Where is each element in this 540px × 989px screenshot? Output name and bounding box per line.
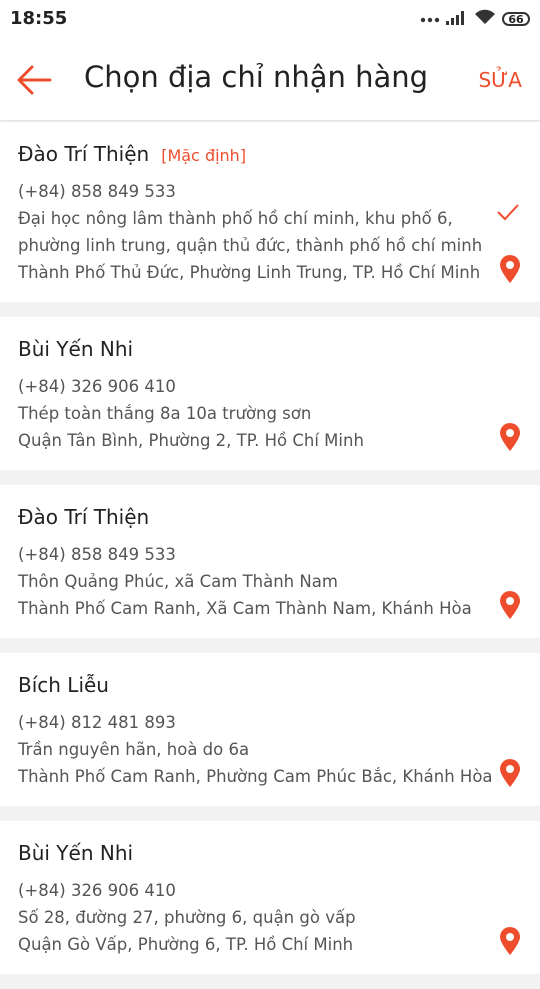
recipient-name: Đào Trí Thiện: [18, 142, 150, 166]
phone-number: (+84) 812 481 893: [18, 713, 176, 732]
address-line: phường linh trung, quận thủ đức, thành p…: [18, 236, 483, 255]
address-card[interactable]: Bích Liễu (+84) 812 481 893 Trần nguyên …: [0, 653, 540, 806]
address-line: Đại học nông lâm thành phố hồ chí minh, …: [18, 209, 453, 228]
wifi-icon: [474, 9, 496, 30]
default-badge: [Mặc định]: [161, 146, 247, 165]
phone-number: (+84) 326 906 410: [18, 377, 176, 396]
address-line: Trần nguyên hãn, hoà do 6a: [18, 740, 250, 759]
phone-number: (+84) 858 849 533: [18, 545, 176, 564]
address-line: Thép toàn thắng 8a 10a trường sơn: [18, 404, 312, 423]
map-pin-icon[interactable]: [498, 758, 522, 788]
map-pin-icon[interactable]: [498, 254, 522, 284]
address-region: Thành Phố Cam Ranh, Phường Cam Phúc Bắc,…: [18, 767, 493, 786]
address-region: Thành Phố Thủ Đức, Phường Linh Trung, TP…: [18, 263, 481, 282]
address-card[interactable]: Bùi Yến Nhi (+84) 326 906 410 Thép toàn …: [0, 317, 540, 470]
address-list: Đào Trí Thiện [Mặc định] (+84) 858 849 5…: [0, 122, 540, 989]
status-bar: 18:55 66: [0, 0, 540, 38]
status-icons: 66: [420, 9, 530, 29]
address-card[interactable]: Đào Trí Thiện (+84) 858 849 533 Thôn Quả…: [0, 485, 540, 638]
address-line: Thôn Quảng Phúc, xã Cam Thành Nam: [18, 572, 338, 591]
edit-button[interactable]: SỬA: [478, 68, 522, 92]
address-card[interactable]: Đào Trí Thiện [Mặc định] (+84) 858 849 5…: [0, 122, 540, 302]
more-dots-icon: [420, 10, 440, 28]
recipient-name: Đào Trí Thiện: [18, 505, 150, 529]
back-button[interactable]: [14, 60, 58, 100]
signal-icon: [446, 9, 468, 30]
map-pin-icon[interactable]: [498, 422, 522, 452]
recipient-name: Bùi Yến Nhi: [18, 337, 134, 361]
phone-number: (+84) 326 906 410: [18, 881, 176, 900]
map-pin-icon[interactable]: [498, 926, 522, 956]
address-region: Quận Tân Bình, Phường 2, TP. Hồ Chí Minh: [18, 431, 364, 450]
checkmark-icon: [497, 204, 519, 221]
address-line: Số 28, đường 27, phường 6, quận gò vấp: [18, 908, 356, 927]
status-time: 18:55: [10, 8, 68, 29]
address-region: Thành Phố Cam Ranh, Xã Cam Thành Nam, Kh…: [18, 599, 472, 618]
battery-icon: 66: [502, 12, 530, 26]
address-card[interactable]: Bùi Yến Nhi (+84) 326 906 410 Số 28, đườ…: [0, 821, 540, 974]
recipient-name: Bích Liễu: [18, 673, 109, 697]
page-title: Chọn địa chỉ nhận hàng: [84, 60, 429, 94]
phone-number: (+84) 858 849 533: [18, 182, 176, 201]
app-bar: Chọn địa chỉ nhận hàng SỬA: [0, 38, 540, 120]
recipient-name: Bùi Yến Nhi: [18, 841, 134, 865]
address-region: Quận Gò Vấp, Phường 6, TP. Hồ Chí Minh: [18, 935, 354, 954]
map-pin-icon[interactable]: [498, 590, 522, 620]
arrow-left-icon: [17, 65, 52, 95]
